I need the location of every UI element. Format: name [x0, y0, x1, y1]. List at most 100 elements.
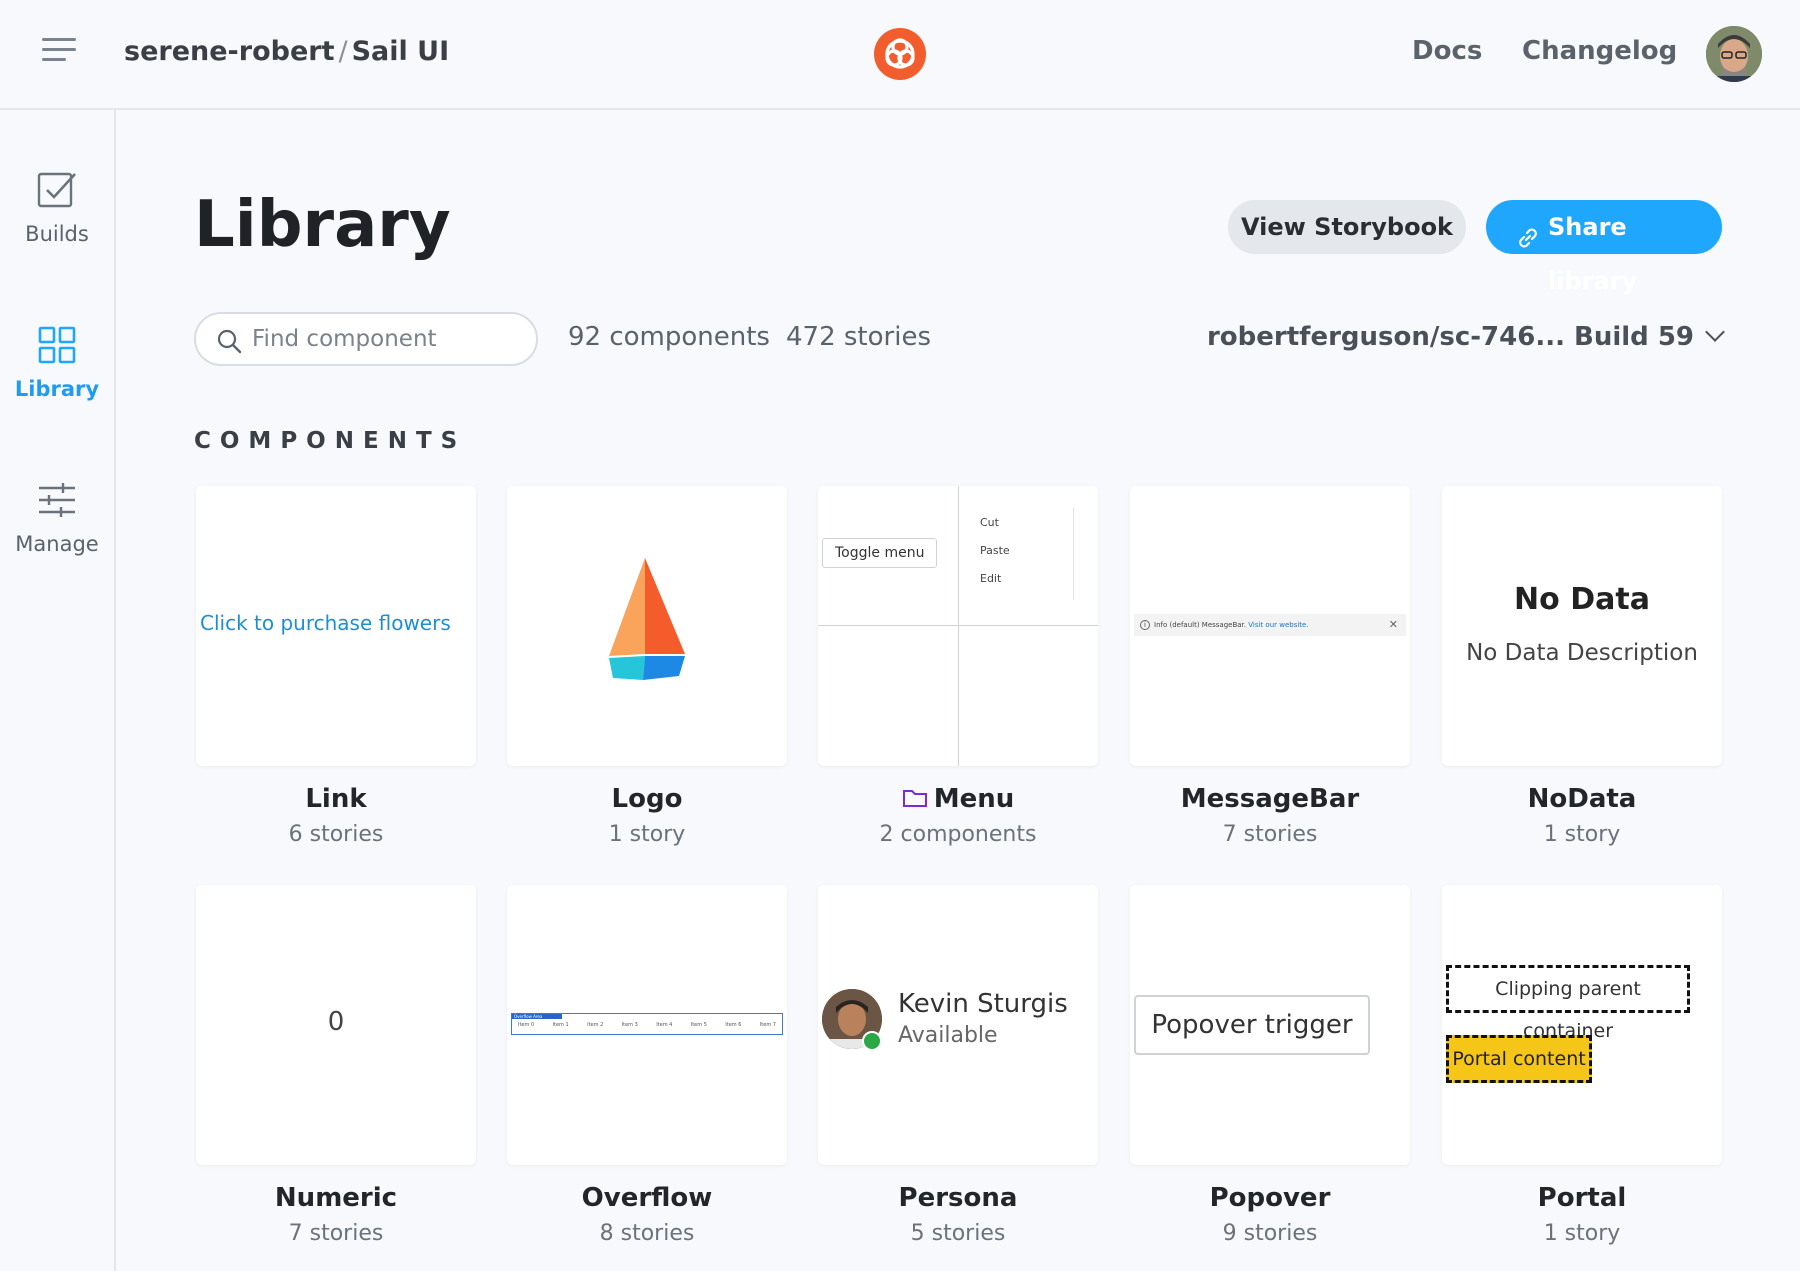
component-preview [507, 486, 787, 766]
component-meta: 1 story [1543, 1221, 1621, 1246]
component-name: NoData [1527, 784, 1637, 814]
link-icon [1516, 215, 1540, 269]
component-card-link[interactable]: Click to purchase flowers Link 6 stories [196, 486, 476, 847]
search-icon [216, 328, 242, 358]
preview-overflow-item: Item 5 [690, 1022, 707, 1028]
component-card-popover[interactable]: Popover trigger Popover 9 stories [1130, 885, 1410, 1246]
component-card-overflow[interactable]: Overflow Area Item 0 Item 1 Item 2 Item … [507, 885, 787, 1246]
component-card-persona[interactable]: Kevin Sturgis Available Persona 5 storie… [818, 885, 1098, 1246]
preview-overflow-item: Item 4 [656, 1022, 673, 1028]
components-count: 92 components [568, 322, 770, 352]
sidebar-item-library[interactable]: Library [0, 325, 114, 401]
component-card-menu[interactable]: Toggle menu Cut Paste Edit Menu 2 compon… [818, 486, 1098, 847]
build-selector[interactable]: robertferguson/sc-746... Build 59 [1206, 322, 1725, 352]
preview-overflow-header: Overflow Area [512, 1014, 562, 1019]
component-meta: 1 story [608, 822, 686, 847]
preview-toggle-menu: Toggle menu [822, 538, 938, 568]
component-card-numeric[interactable]: 0 Numeric 7 stories [196, 885, 476, 1246]
component-meta: 9 stories [1222, 1221, 1318, 1246]
component-card-nodata[interactable]: No Data No Data Description NoData 1 sto… [1442, 486, 1722, 847]
component-meta: 2 components [879, 822, 1037, 847]
sidebar-item-label: Manage [15, 532, 99, 556]
component-preview: Toggle menu Cut Paste Edit [818, 486, 1098, 766]
component-name: Menu [818, 784, 1098, 814]
grid-icon [37, 325, 77, 365]
stories-count: 472 stories [786, 322, 931, 352]
preview-menu-list: Cut Paste Edit [968, 508, 1074, 600]
build-selector-label: robertferguson/sc-746... Build 59 [1206, 322, 1694, 352]
menu-icon[interactable] [42, 38, 78, 68]
presence-available-icon [862, 1031, 882, 1051]
component-preview: 0 [196, 885, 476, 1165]
component-card-portal[interactable]: Clipping parent container Portal content… [1442, 885, 1722, 1246]
docs-link[interactable]: Docs [1412, 36, 1482, 66]
checkbox-icon [37, 170, 77, 210]
component-meta: 1 story [1543, 822, 1621, 847]
sidebar-item-manage[interactable]: Manage [0, 480, 114, 556]
component-meta: 6 stories [288, 822, 384, 847]
user-avatar[interactable] [1706, 26, 1762, 82]
grid-divider [818, 625, 1098, 626]
component-card-logo[interactable]: Logo 1 story [507, 486, 787, 847]
search-input[interactable] [252, 324, 522, 354]
preview-messagebar-text: Info (default) MessageBar. [1154, 621, 1247, 629]
component-name: Link [305, 784, 367, 814]
preview-menu-item: Cut [980, 516, 999, 529]
preview-overflow-item: Item 1 [552, 1022, 569, 1028]
breadcrumb-separator: / [338, 36, 348, 67]
sidebar-item-label: Builds [25, 222, 89, 246]
preview-popover-trigger: Popover trigger [1134, 995, 1370, 1055]
preview-menu-item: Paste [980, 544, 1010, 557]
changelog-link[interactable]: Changelog [1522, 36, 1677, 66]
share-library-button[interactable]: Share library [1486, 200, 1722, 295]
component-meta: 7 stories [1222, 822, 1318, 847]
preview-nodata-title: No Data [1514, 582, 1650, 617]
component-name: Popover [1209, 1183, 1331, 1213]
sliders-icon [37, 480, 77, 520]
component-meta: 5 stories [910, 1221, 1006, 1246]
sidebar: Builds Library Manage [0, 110, 116, 1271]
preview-persona-name: Kevin Sturgis [898, 989, 1068, 1019]
component-preview: Popover trigger [1130, 885, 1410, 1165]
preview-persona-status: Available [898, 1023, 998, 1048]
preview-numeric-value: 0 [327, 1007, 345, 1037]
sidebar-item-builds[interactable]: Builds [0, 170, 114, 246]
chevron-down-icon [1705, 322, 1725, 342]
search-field[interactable] [194, 312, 538, 366]
component-name: Logo [611, 784, 683, 814]
preview-overflow-items: Item 0 Item 1 Item 2 Item 3 Item 4 Item … [518, 1022, 776, 1028]
preview-portal-content: Portal content [1446, 1035, 1592, 1083]
preview-overflow-bar: Overflow Area Item 0 Item 1 Item 2 Item … [511, 1013, 783, 1035]
component-name: Numeric [274, 1183, 398, 1213]
close-icon: ✕ [1388, 618, 1398, 631]
view-storybook-button[interactable]: View Storybook [1228, 200, 1466, 254]
preview-overflow-item: Item 7 [759, 1022, 776, 1028]
component-name: Persona [898, 1183, 1018, 1213]
component-preview: No Data No Data Description [1442, 486, 1722, 766]
preview-overflow-item: Item 6 [725, 1022, 742, 1028]
project-name[interactable]: Sail UI [352, 36, 450, 67]
preview-menu-item: Edit [980, 572, 1002, 585]
component-name-label: Menu [933, 784, 1015, 814]
top-bar: serene-robert / Sail UI Docs Changelog [0, 0, 1800, 110]
preview-messagebar: i Info (default) MessageBar. Visit our w… [1134, 614, 1406, 636]
chromatic-logo-icon[interactable] [874, 28, 926, 80]
folder-icon [902, 790, 927, 807]
component-name: Overflow [581, 1183, 713, 1213]
component-card-messagebar[interactable]: i Info (default) MessageBar. Visit our w… [1130, 486, 1410, 847]
component-preview: Clipping parent container Portal content [1442, 885, 1722, 1165]
component-preview: Click to purchase flowers [196, 486, 476, 766]
org-name[interactable]: serene-robert [124, 36, 334, 67]
preview-portal-container: Clipping parent container [1446, 965, 1690, 1042]
component-meta: 8 stories [599, 1221, 695, 1246]
component-meta: 7 stories [288, 1221, 384, 1246]
share-library-label: Share library [1548, 213, 1638, 295]
preview-nodata-description: No Data Description [1466, 640, 1698, 666]
info-icon: i [1140, 620, 1150, 630]
section-heading: COMPONENTS [194, 428, 467, 454]
component-name: MessageBar [1180, 784, 1360, 814]
sail-logo-icon [609, 558, 685, 680]
page-title: Library [194, 188, 451, 262]
project-breadcrumb[interactable]: serene-robert / Sail UI [124, 36, 449, 67]
preview-overflow-item: Item 3 [621, 1022, 638, 1028]
